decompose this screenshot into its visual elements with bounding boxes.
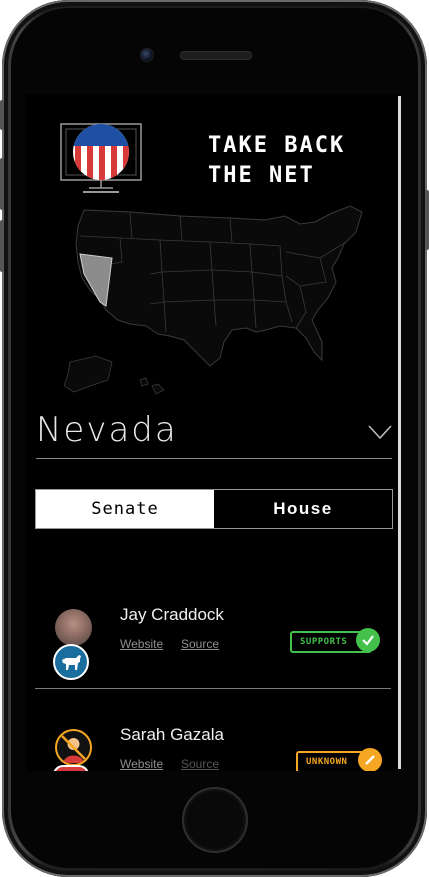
scrollbar[interactable] (398, 96, 401, 769)
power-button (425, 190, 429, 250)
tab-house[interactable]: House (214, 490, 392, 528)
chevron-down-icon[interactable] (368, 422, 392, 442)
status-label: UNKNOWN (306, 757, 348, 767)
list-item[interactable]: Jay Craddock Website Source SUPPORTS (35, 589, 391, 689)
elephant-icon (53, 765, 89, 771)
representative-name: Sarah Gazala (120, 725, 224, 744)
chamber-tabs: Senate House (35, 489, 393, 529)
donkey-icon (53, 644, 89, 680)
volume-down-button (0, 220, 4, 272)
front-camera (140, 48, 154, 62)
app-title: TAKE BACK THE NET (208, 133, 346, 188)
website-link[interactable]: Website (120, 637, 163, 651)
volume-up-button (0, 158, 4, 210)
monitor-flag-icon (60, 123, 142, 193)
source-link[interactable]: Source (181, 637, 219, 651)
state-hawaii[interactable] (139, 377, 165, 395)
avatar (55, 609, 92, 646)
pencil-icon (358, 748, 382, 771)
app-screen: TAKE BACK THE NET Nevada Senate House Ja… (26, 94, 401, 771)
state-selector[interactable]: Nevada (36, 404, 392, 459)
check-icon (356, 628, 380, 652)
status-badge: UNKNOWN (296, 748, 382, 771)
tab-senate[interactable]: Senate (36, 490, 214, 528)
status-label: SUPPORTS (300, 637, 348, 647)
status-badge: SUPPORTS (290, 628, 380, 653)
representative-name: Jay Craddock (120, 605, 224, 624)
us-map[interactable] (60, 202, 370, 402)
avatar (55, 729, 92, 766)
us-map-outline (75, 205, 363, 367)
website-link[interactable]: Website (120, 757, 163, 771)
home-button[interactable] (182, 787, 248, 853)
no-photo-icon (61, 735, 86, 763)
state-alaska[interactable] (63, 355, 113, 393)
list-item[interactable]: Sarah Gazala Website Source UNKNOWN (35, 709, 391, 771)
source-link[interactable]: Source (181, 757, 219, 771)
earpiece-speaker (180, 51, 252, 60)
divider (35, 688, 391, 689)
state-name: Nevada (36, 410, 178, 450)
mute-switch (0, 100, 4, 130)
